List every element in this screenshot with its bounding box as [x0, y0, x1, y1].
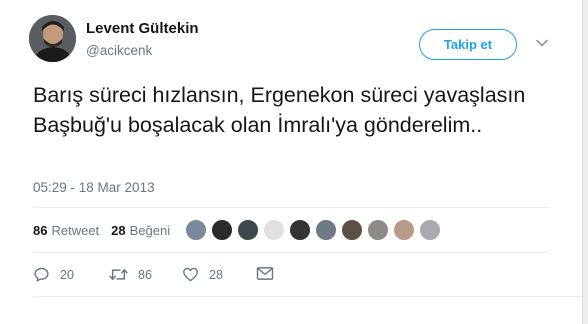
divider — [33, 207, 549, 208]
like-action-count: 28 — [209, 267, 223, 282]
heart-icon — [183, 267, 198, 282]
mail-icon — [256, 267, 274, 280]
chevron-down-icon[interactable] — [535, 36, 549, 50]
liker-avatar[interactable] — [289, 219, 311, 241]
like-count[interactable]: 28 — [111, 223, 125, 238]
liker-avatar[interactable] — [263, 219, 285, 241]
divider — [33, 252, 549, 253]
reply-icon — [34, 267, 49, 282]
divider — [33, 296, 588, 297]
scrollbar-edge — [582, 0, 588, 324]
tweet-text: Barış süreci hızlansın, Ergenekon süreci… — [33, 83, 526, 137]
liker-avatar[interactable] — [211, 219, 233, 241]
liker-avatars — [185, 219, 445, 241]
reply-count: 20 — [60, 267, 74, 282]
author-name[interactable]: Levent Gültekin — [86, 20, 199, 37]
like-label[interactable]: Beğeni — [130, 223, 170, 238]
liker-avatar[interactable] — [419, 219, 441, 241]
like-button[interactable]: 28 — [182, 266, 223, 283]
tweet-card: Levent Gültekin @acikcenk Takip et Barış… — [0, 0, 588, 324]
reply-button[interactable]: 20 — [33, 266, 74, 283]
liker-avatar[interactable] — [185, 219, 207, 241]
liker-avatar[interactable] — [315, 219, 337, 241]
follow-button[interactable]: Takip et — [419, 29, 517, 60]
liker-avatar[interactable] — [393, 219, 415, 241]
retweet-action-count: 86 — [138, 267, 152, 282]
liker-avatar[interactable] — [367, 219, 389, 241]
engagement-stats: 86 Retweet 28 Beğeni — [33, 223, 182, 238]
author-handle[interactable]: @acikcenk — [86, 43, 152, 58]
author-avatar[interactable] — [29, 15, 76, 62]
retweet-icon — [109, 269, 128, 280]
liker-avatar[interactable] — [237, 219, 259, 241]
tweet-timestamp[interactable]: 05:29 - 18 Mar 2013 — [33, 180, 155, 195]
retweet-label[interactable]: Retweet — [51, 223, 99, 238]
liker-avatar[interactable] — [341, 219, 363, 241]
retweet-count[interactable]: 86 — [33, 223, 47, 238]
retweet-button[interactable]: 86 — [109, 266, 152, 283]
direct-message-button[interactable] — [256, 266, 284, 281]
